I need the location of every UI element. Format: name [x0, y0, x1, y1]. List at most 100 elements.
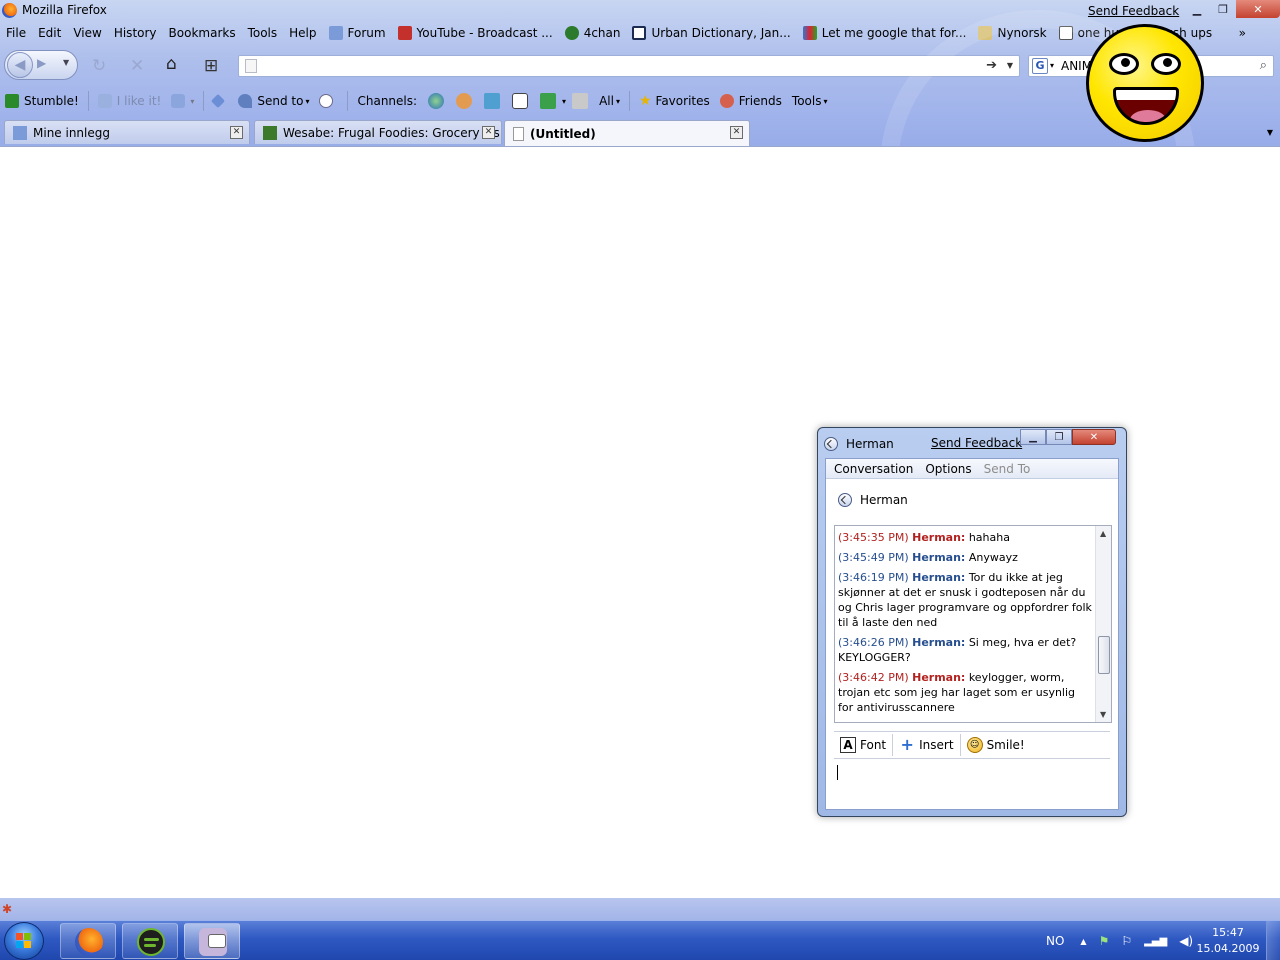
video-icon[interactable] [512, 93, 529, 109]
bookmark-youtube[interactable]: YouTube - Broadcast ... [392, 26, 559, 40]
tab-mine-innlegg[interactable]: Mine innlegg ✕ [4, 120, 250, 144]
channels-dropdown-icon[interactable]: ▾ [562, 97, 566, 106]
menu-edit[interactable]: Edit [32, 26, 67, 40]
bookmarks-overflow-chevron-icon[interactable]: » [1239, 26, 1246, 40]
taskbar-spotify-button[interactable] [122, 923, 178, 959]
minimize-button[interactable]: ▁ [1184, 0, 1210, 18]
menu-options[interactable]: Options [919, 462, 977, 476]
bookmark-lmgtfy[interactable]: Let me google that for... [797, 26, 973, 40]
menu-bookmarks[interactable]: Bookmarks [163, 26, 242, 40]
thumbs-down-button[interactable]: ▾ [166, 94, 199, 108]
wesabe-favicon-icon [263, 125, 277, 140]
menu-history[interactable]: History [108, 26, 163, 40]
bookmark-folder-nynorsk[interactable]: Nynorsk [972, 26, 1052, 40]
url-bar[interactable]: ➔ ▼ [238, 55, 1020, 77]
stop-icon[interactable]: ✕ [130, 56, 144, 76]
comment-button[interactable] [314, 94, 343, 108]
send-to-button[interactable]: Send to ▾ [233, 94, 314, 108]
go-arrow-icon[interactable]: ➔ [986, 58, 997, 73]
show-hidden-icons-chevron-icon[interactable]: ▲ [1080, 937, 1086, 946]
tag-button[interactable] [208, 93, 233, 109]
action-center-flag-icon[interactable]: ⚑ [1099, 934, 1110, 948]
scrollbar-thumb[interactable] [1098, 636, 1110, 674]
message-timestamp: (3:46:19 PM) [838, 571, 909, 584]
tab-wesabe[interactable]: Wesabe: Frugal Foodies: Grocery Lis... ✕ [254, 120, 502, 144]
scroll-up-arrow-icon[interactable]: ▲ [1100, 529, 1106, 538]
search-icon[interactable]: ⌕ [1260, 58, 1267, 73]
page-icon [245, 59, 257, 73]
font-button[interactable]: A Font [834, 734, 894, 756]
bookmark-4chan[interactable]: 4chan [559, 26, 627, 40]
language-indicator[interactable]: NO [1046, 934, 1064, 948]
favorites-button[interactable]: ★ Favorites [634, 93, 715, 109]
font-label: Font [860, 738, 887, 752]
tools-label: Tools [791, 94, 822, 108]
reload-icon[interactable]: ↻ [92, 56, 106, 76]
thumbs-down-dropdown-icon[interactable]: ▾ [190, 97, 194, 106]
close-tab-icon[interactable]: ✕ [230, 126, 243, 139]
chat-minimize-button[interactable]: ▁ [1020, 429, 1046, 445]
all-button[interactable]: All ▾ [594, 94, 625, 108]
insert-button[interactable]: + Insert [893, 734, 961, 756]
message-scrollbar[interactable]: ▲ ▼ [1095, 526, 1111, 722]
chat-message: (3:45:49 PM) Herman: Anywayz [838, 550, 1092, 565]
forward-button[interactable]: ▶ [37, 56, 46, 70]
tools-button[interactable]: Tools ▾ [787, 94, 833, 108]
firefox-icon [75, 928, 103, 956]
pushups-icon [1058, 26, 1073, 40]
firebug-icon[interactable]: ✱ [2, 902, 16, 916]
tab-label: Wesabe: Frugal Foodies: Grocery Lis... [283, 125, 502, 140]
photos-icon[interactable] [484, 93, 501, 109]
menu-help[interactable]: Help [283, 26, 322, 40]
url-dropdown-icon[interactable]: ▼ [1007, 61, 1013, 70]
search-engine-icon[interactable]: G [1032, 58, 1048, 74]
menu-conversation[interactable]: Conversation [828, 462, 919, 476]
message-timestamp: (3:45:35 PM) [838, 531, 909, 544]
taskbar-firefox-button[interactable] [60, 923, 116, 959]
chat-close-button[interactable]: ✕ [1072, 429, 1116, 445]
tag-channel-icon[interactable] [572, 93, 589, 109]
chat-maximize-button[interactable]: ❐ [1046, 429, 1072, 445]
start-button[interactable] [4, 922, 44, 960]
message-input[interactable] [834, 761, 1110, 805]
notification-flag-icon[interactable]: ⚐ [1121, 934, 1132, 948]
chat-send-feedback-link[interactable]: Send Feedback [931, 436, 1022, 450]
close-tab-icon[interactable]: ✕ [482, 126, 495, 139]
people-icon[interactable] [456, 93, 473, 109]
shuffle-icon[interactable] [540, 93, 557, 109]
home-icon[interactable]: ⌂ [166, 54, 188, 74]
stumble-button[interactable]: Stumble! [0, 94, 84, 108]
friends-button[interactable]: Friends [715, 94, 787, 108]
font-icon: A [840, 737, 856, 753]
message-list: (3:45:35 PM) Herman: hahaha (3:45:49 PM)… [838, 530, 1092, 720]
tab-untitled[interactable]: (Untitled) ✕ [504, 120, 750, 146]
close-tab-icon[interactable]: ✕ [730, 126, 743, 139]
new-tab-icon[interactable]: ⊞ [204, 56, 218, 76]
message-history[interactable]: (3:45:35 PM) Herman: hahaha (3:45:49 PM)… [834, 525, 1112, 723]
i-like-it-button[interactable]: I like it! [93, 94, 167, 108]
taskbar-pidgin-button[interactable] [184, 923, 240, 959]
smile-button[interactable]: ☺ Smile! [961, 734, 1031, 756]
bookmark-urban-dictionary[interactable]: Urban Dictionary, Jan... [626, 26, 796, 40]
close-button[interactable]: ✕ [1236, 0, 1280, 18]
clock[interactable]: 15:47 15.04.2009 [1196, 925, 1260, 957]
bookmark-forum[interactable]: Forum [323, 26, 392, 40]
network-signal-icon[interactable]: ▂▄▆ [1144, 936, 1167, 947]
bookmark-label: Urban Dictionary, Jan... [651, 26, 791, 40]
friends-icon [719, 94, 734, 108]
show-desktop-button[interactable] [1266, 921, 1280, 960]
volume-icon[interactable]: ◀) [1179, 934, 1193, 948]
windows-taskbar: NO ▲ ⚑ ⚐ ▂▄▆ ◀) 15:47 15.04.2009 [0, 920, 1280, 960]
maximize-button[interactable]: ❐ [1210, 0, 1236, 18]
menu-file[interactable]: File [0, 26, 32, 40]
back-button[interactable]: ◀ [7, 52, 33, 78]
send-feedback-link[interactable]: Send Feedback [1088, 4, 1179, 18]
search-engine-dropdown-icon[interactable]: ▾ [1050, 61, 1054, 70]
menu-view[interactable]: View [67, 26, 107, 40]
scroll-down-arrow-icon[interactable]: ▼ [1100, 710, 1106, 719]
tab-list-dropdown-icon[interactable]: ▼ [1262, 124, 1278, 142]
globe-icon[interactable] [428, 93, 445, 109]
menu-tools[interactable]: Tools [242, 26, 284, 40]
tag-icon [211, 93, 226, 109]
history-dropdown-icon[interactable]: ▼ [63, 58, 69, 67]
